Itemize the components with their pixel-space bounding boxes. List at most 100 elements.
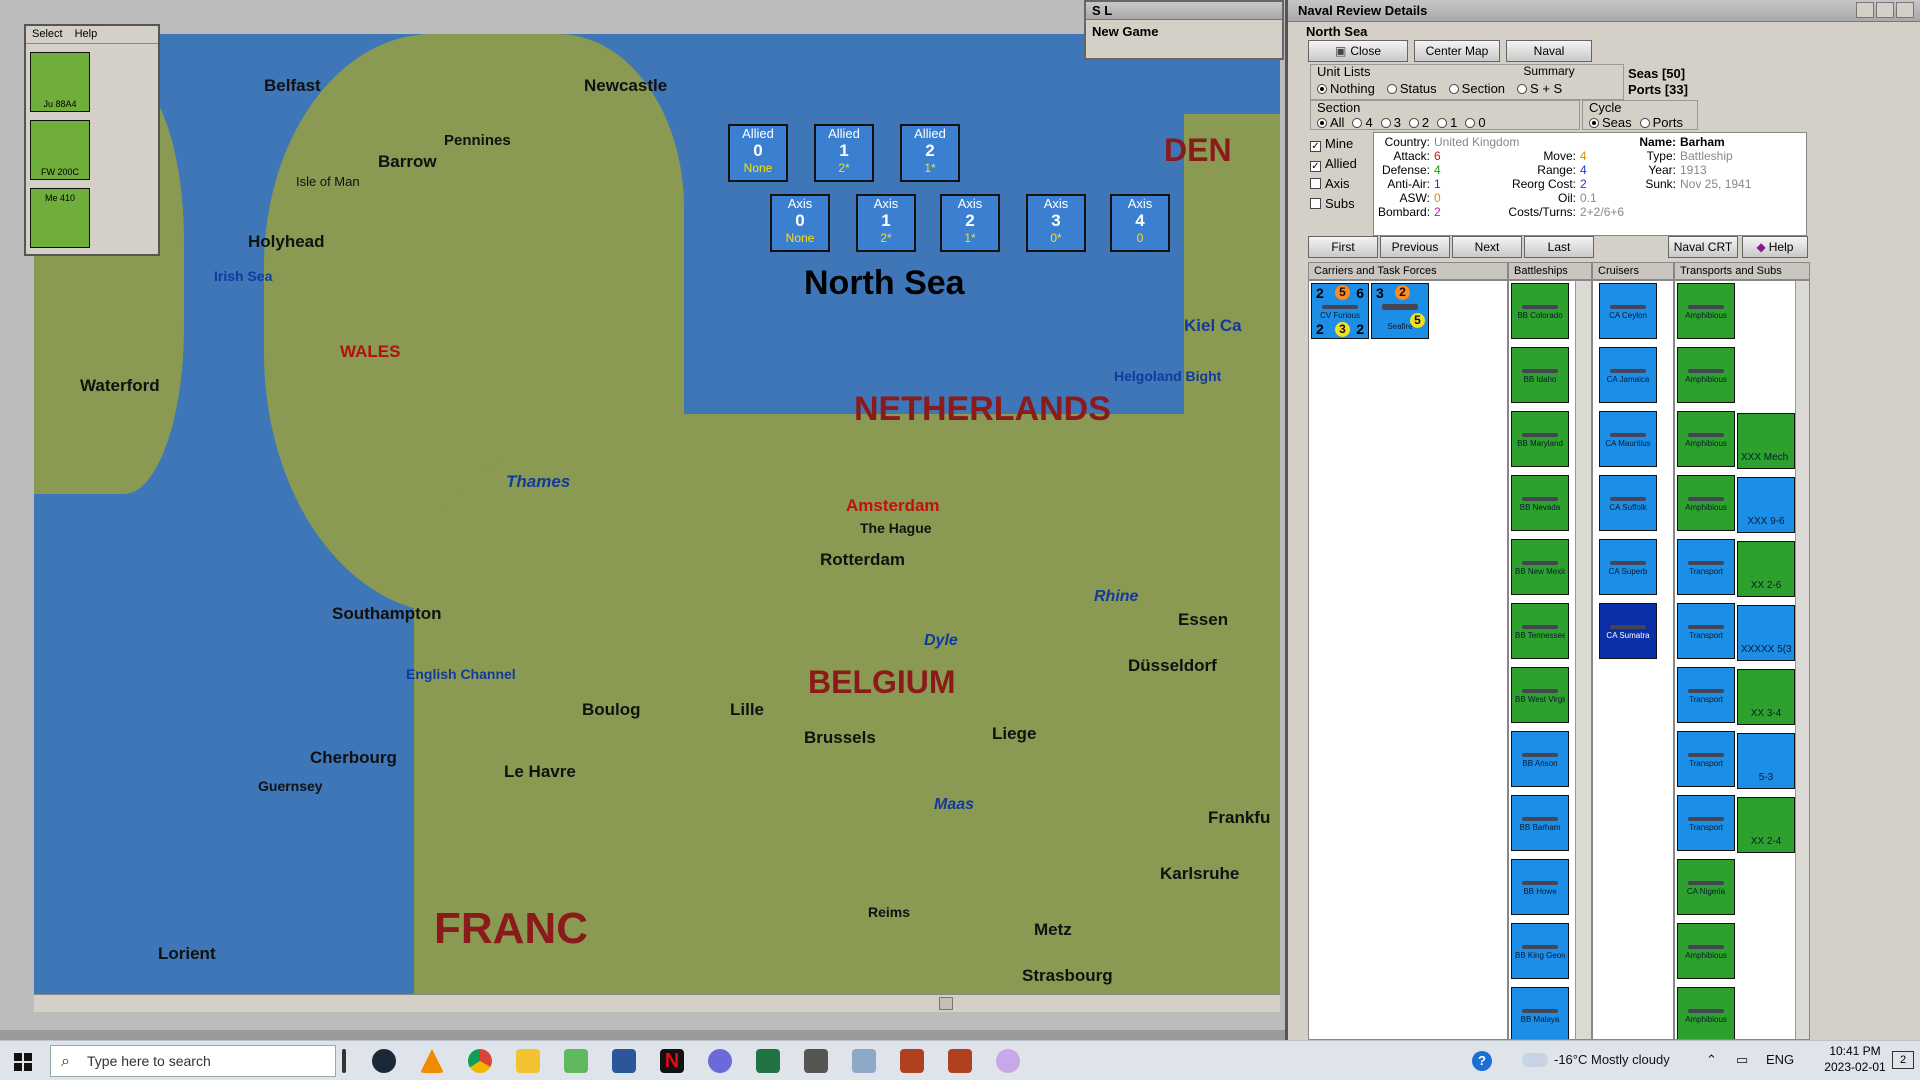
language-indicator[interactable]: ENG [1766, 1052, 1794, 1067]
allied-box-0[interactable]: Allied 0 None [728, 124, 788, 182]
ship-counter[interactable]: CA Sumatra [1599, 603, 1657, 659]
ship-counter[interactable]: BB Barham [1511, 795, 1569, 851]
calculator-icon[interactable] [804, 1049, 828, 1073]
ship-counter[interactable]: BB New Mexico [1511, 539, 1569, 595]
section-0[interactable]: 0 [1465, 115, 1486, 130]
map-viewport[interactable]: North Sea Belfast Newcastle Pennines Bar… [34, 34, 1280, 994]
last-button[interactable]: Last [1524, 236, 1594, 258]
ground-unit-counter[interactable]: XXXXX 5(3)4 [1737, 605, 1795, 661]
axis-box-2[interactable]: Axis 2 1* [940, 194, 1000, 252]
word-icon[interactable] [612, 1049, 636, 1073]
ship-counter[interactable]: BB Tennessee [1511, 603, 1569, 659]
ship-counter-seafire[interactable]: 32 Seafire 5 [1371, 283, 1429, 339]
ship-counter[interactable]: Amphibious [1677, 283, 1735, 339]
section-all[interactable]: All [1317, 115, 1344, 130]
ground-unit-counter[interactable]: 5-3 [1737, 733, 1795, 789]
ground-unit-counter[interactable]: XX 3-4 [1737, 669, 1795, 725]
ship-counter[interactable]: Transport [1677, 667, 1735, 723]
filter-allied[interactable]: ✓ Allied [1310, 156, 1357, 172]
previous-button[interactable]: Previous [1380, 236, 1450, 258]
paint-icon[interactable] [996, 1049, 1020, 1073]
taskbar-search[interactable]: ⌕ Type here to search [50, 1045, 336, 1077]
notification-icon[interactable]: 2 [1892, 1051, 1914, 1069]
ship-counter[interactable]: BB Nevada [1511, 475, 1569, 531]
ship-counter[interactable]: BB West Virginia [1511, 667, 1569, 723]
ship-counter[interactable]: Transport [1677, 795, 1735, 851]
center-map-button[interactable]: Center Map [1414, 40, 1500, 62]
close-button[interactable]: ▣ Close [1308, 40, 1408, 62]
filter-mine[interactable]: ✓ Mine [1310, 136, 1353, 152]
select-unit-me410[interactable]: Me 410 [30, 188, 90, 248]
axis-box-3[interactable]: Axis 3 0* [1026, 194, 1086, 252]
carriers-column[interactable]: 256 CV Furious 232 32 Seafire 5 [1308, 280, 1508, 1040]
ship-counter[interactable]: Amphibious [1677, 475, 1735, 531]
window-app-icon[interactable] [852, 1049, 876, 1073]
ship-counter[interactable]: Transport [1677, 603, 1735, 659]
ship-counter[interactable]: CA Mauritius [1599, 411, 1657, 467]
allied-box-1[interactable]: Allied 1 2* [814, 124, 874, 182]
ground-unit-counter[interactable]: XX 2-4 [1737, 797, 1795, 853]
cruisers-column[interactable]: CA Ceylon CA Jamaica CA Mauritius CA Suffol… [1592, 280, 1674, 1040]
ship-counter[interactable]: CA Jamaica [1599, 347, 1657, 403]
file-explorer-icon[interactable] [516, 1049, 540, 1073]
unit-list-ss[interactable]: S + S [1517, 81, 1562, 96]
ship-counter[interactable]: Amphibious [1677, 347, 1735, 403]
ship-counter[interactable]: Amphibious [1677, 923, 1735, 979]
ship-counter[interactable]: Transport [1677, 731, 1735, 787]
section-1[interactable]: 1 [1437, 115, 1457, 130]
select-unit-ju88[interactable]: Ju 88A4 [30, 52, 90, 112]
ship-counter[interactable]: BB Malaya [1511, 987, 1569, 1039]
axis-box-0[interactable]: Axis 0 None [770, 194, 830, 252]
ship-counter[interactable]: BB King George V [1511, 923, 1569, 979]
unit-list-status[interactable]: Status [1386, 81, 1437, 96]
naval-crt-button[interactable]: Naval CRT [1668, 236, 1738, 258]
battleships-column[interactable]: BB Colorado BB Idaho BB Maryland BB Nevada B… [1508, 280, 1592, 1040]
steam-icon[interactable] [372, 1049, 396, 1073]
cycle-ports[interactable]: Ports [1639, 115, 1683, 130]
vlc-icon[interactable] [420, 1049, 444, 1073]
netflix-icon[interactable]: N [660, 1049, 684, 1073]
ground-unit-counter[interactable]: XX 2-6 [1737, 541, 1795, 597]
ship-counter[interactable]: BB Howe [1511, 859, 1569, 915]
scrollbar-thumb[interactable] [939, 997, 953, 1010]
naval-summary-button[interactable]: Naval Summary [1506, 40, 1592, 78]
app-icon[interactable] [708, 1049, 732, 1073]
task-view-icon[interactable] [342, 1049, 346, 1073]
chevron-up-icon[interactable]: ⌃ [1706, 1052, 1717, 1068]
notepad-icon[interactable] [564, 1049, 588, 1073]
clock[interactable]: 10:41 PM 2023-02-01 [1820, 1044, 1890, 1074]
section-4[interactable]: 4 [1352, 115, 1373, 130]
ship-counter[interactable]: CA Nigeria [1677, 859, 1735, 915]
unit-list-section[interactable]: Section [1448, 81, 1505, 96]
maximize-icon[interactable] [1876, 2, 1894, 18]
first-button[interactable]: First [1308, 236, 1378, 258]
transports-scrollbar[interactable] [1795, 281, 1809, 1039]
weather-icon[interactable] [1522, 1053, 1548, 1067]
filter-subs[interactable]: Subs [1310, 196, 1355, 211]
transports-column[interactable]: Amphibious Amphibious Amphibious Amphibious… [1674, 280, 1810, 1040]
unit-list-nothing[interactable]: Nothing [1317, 81, 1375, 96]
new-game-item[interactable]: New Game [1086, 20, 1282, 43]
select-unit-fw200[interactable]: FW 200C [30, 120, 90, 180]
battleships-scrollbar[interactable] [1575, 281, 1591, 1039]
cycle-seas[interactable]: Seas [1589, 115, 1632, 130]
section-2[interactable]: 2 [1408, 115, 1429, 130]
section-3[interactable]: 3 [1380, 115, 1401, 130]
ship-counter[interactable]: Amphibious [1677, 987, 1735, 1039]
ground-unit-counter[interactable]: XXX 9-6 [1737, 477, 1795, 533]
ship-counter[interactable]: BB Colorado [1511, 283, 1569, 339]
map-horizontal-scrollbar[interactable] [34, 994, 1280, 1012]
game-icon[interactable] [900, 1049, 924, 1073]
close-icon[interactable] [1896, 2, 1914, 18]
ship-counter[interactable]: BB Maryland [1511, 411, 1569, 467]
chrome-icon[interactable] [468, 1049, 492, 1073]
ship-counter[interactable]: CA Superb [1599, 539, 1657, 595]
ship-counter[interactable]: CA Suffolk [1599, 475, 1657, 531]
network-icon[interactable]: ▭ [1736, 1052, 1748, 1068]
ship-counter[interactable]: BB Anson [1511, 731, 1569, 787]
minimize-icon[interactable] [1856, 2, 1874, 18]
weather-text[interactable]: -16°C Mostly cloudy [1554, 1052, 1670, 1067]
select-menu[interactable]: Select [26, 26, 69, 43]
windows-start-icon[interactable] [14, 1053, 32, 1071]
ground-unit-counter[interactable]: XXX Mech 7-4 [1737, 413, 1795, 469]
